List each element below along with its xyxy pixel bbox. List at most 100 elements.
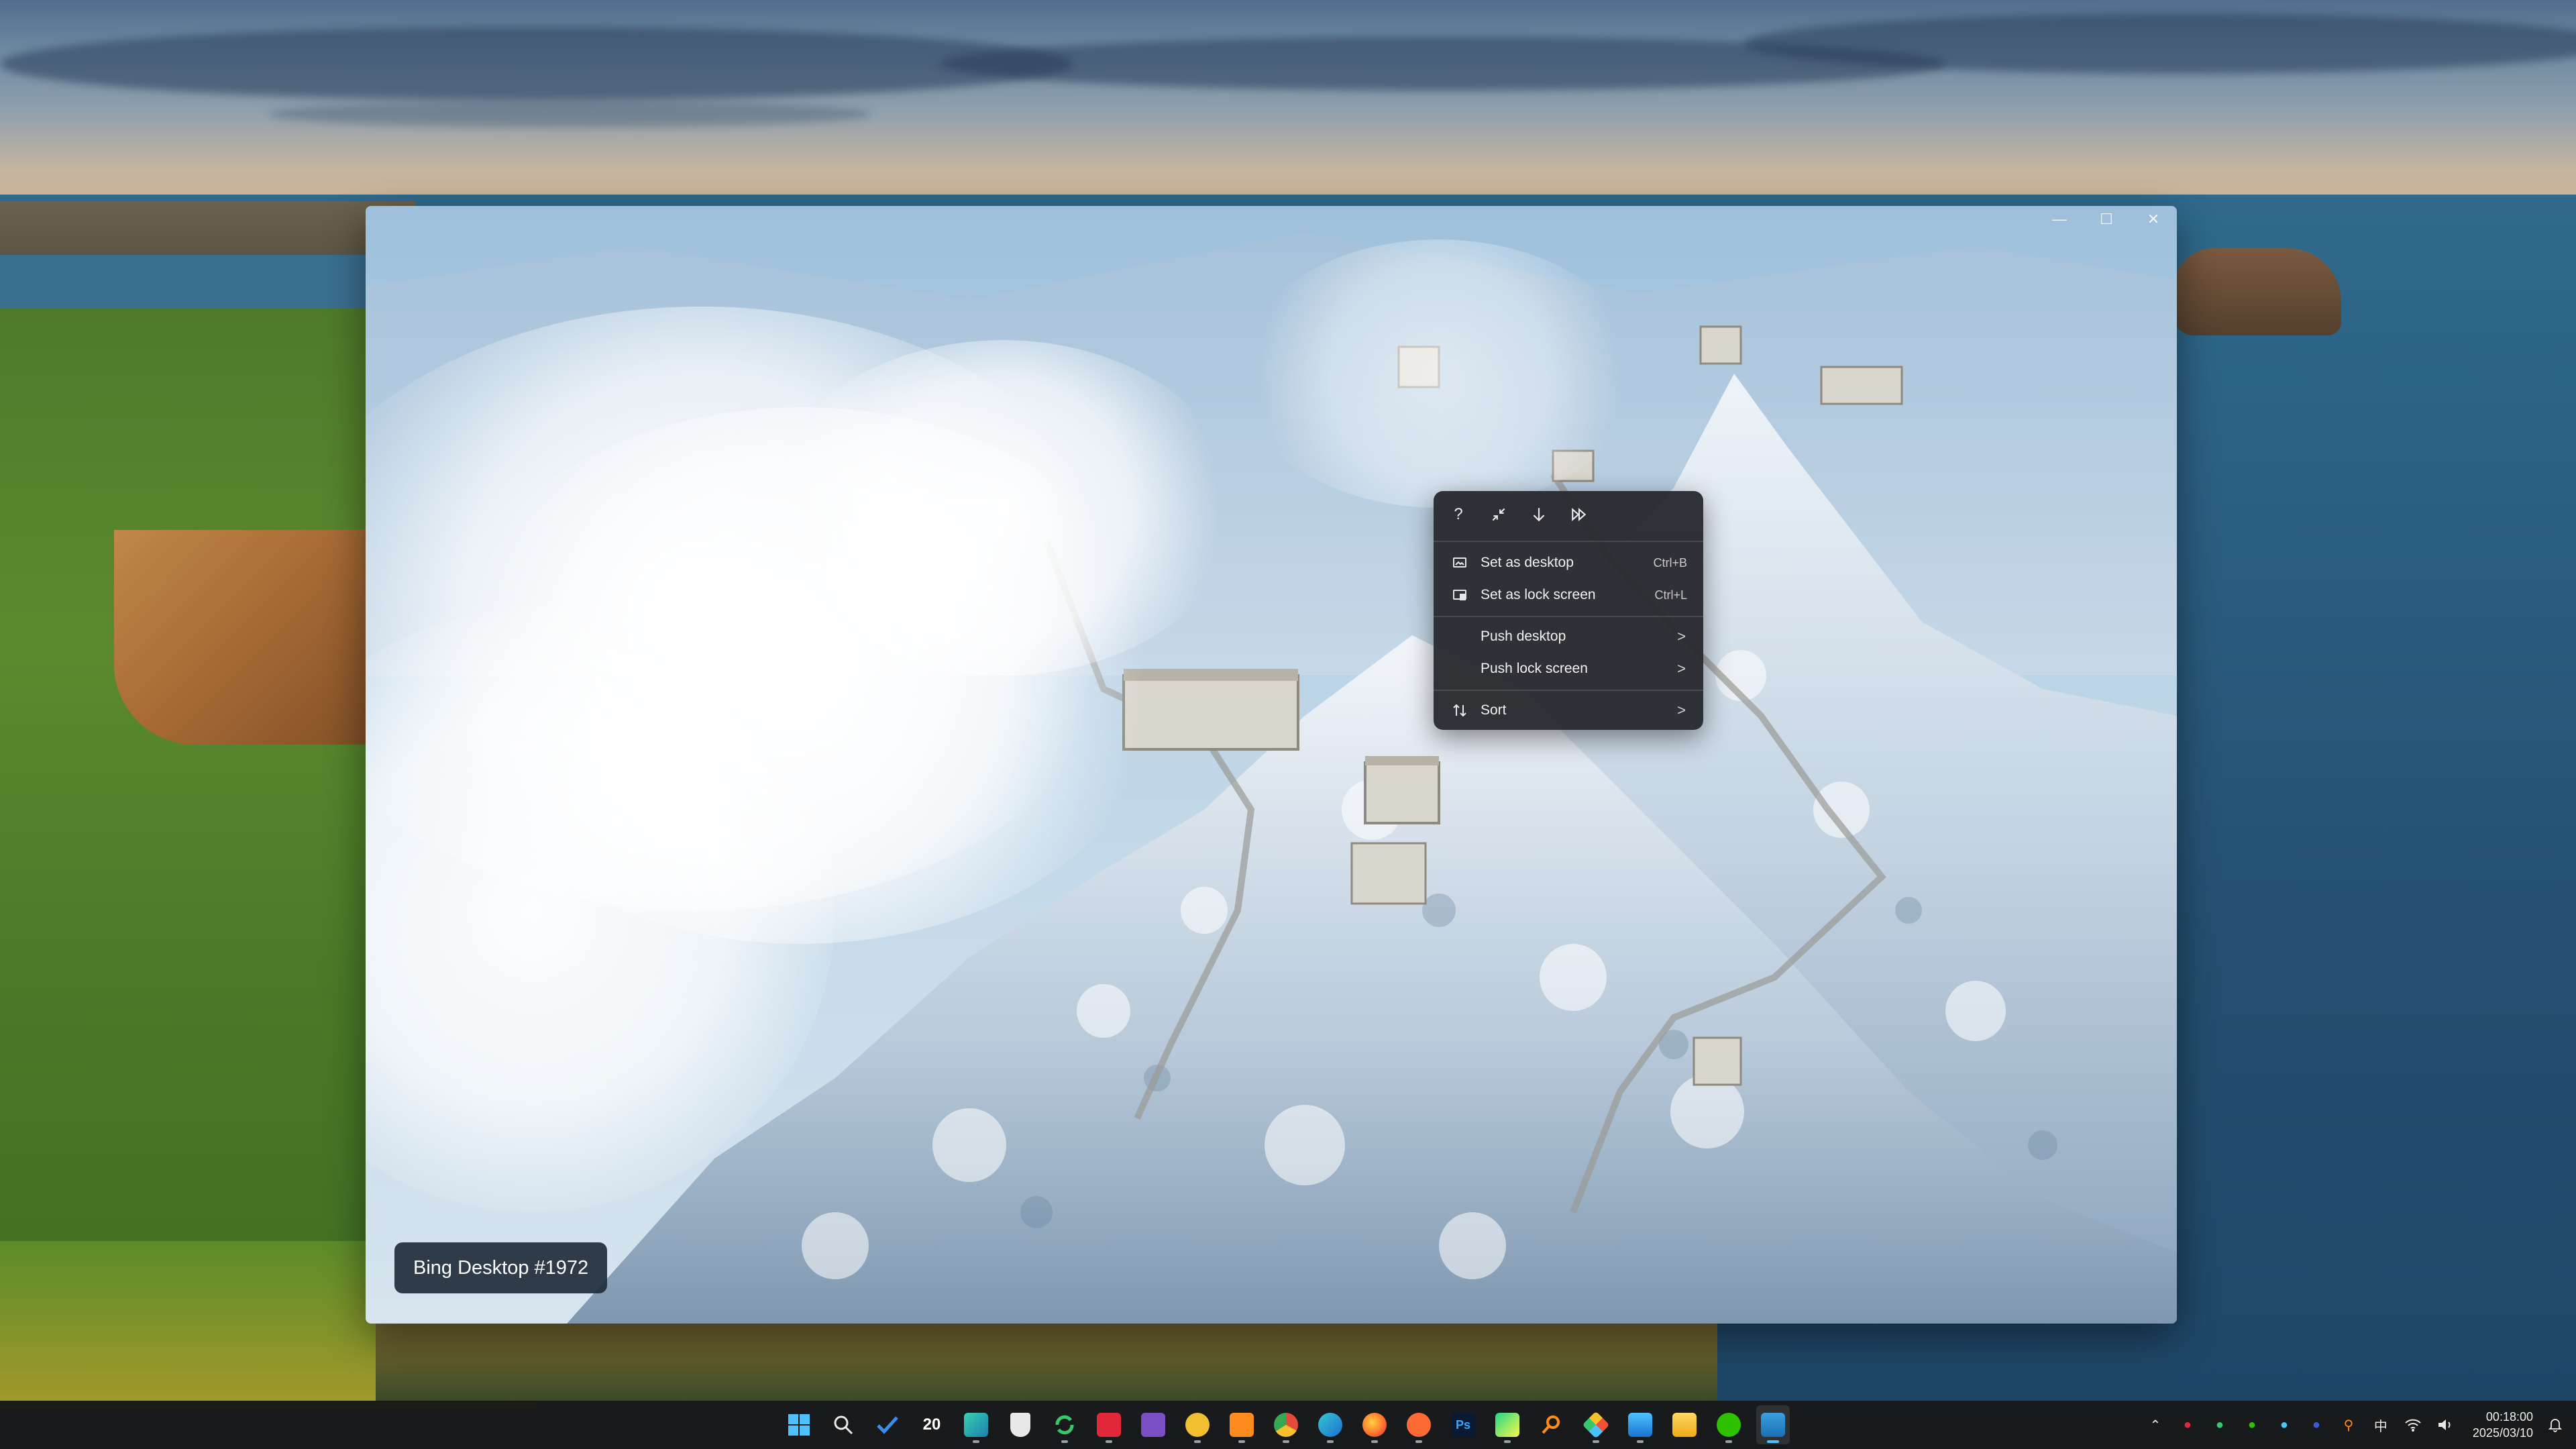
close-button[interactable]: ✕: [2130, 206, 2177, 233]
todo-icon: [875, 1413, 900, 1437]
menu-item-label: Sort: [1481, 702, 1507, 718]
download-button[interactable]: [1523, 499, 1554, 530]
minimize-button[interactable]: —: [2036, 206, 2083, 233]
menu-item-sort[interactable]: Sort >: [1439, 695, 1698, 726]
reader-icon: [1010, 1413, 1030, 1437]
taskbar-edge[interactable]: [1313, 1405, 1347, 1444]
input-method-indicator[interactable]: 中: [2371, 1415, 2391, 1435]
taskbar-visual-studio[interactable]: [1136, 1405, 1170, 1444]
taskbar-file-explorer[interactable]: [1668, 1405, 1701, 1444]
taskbar: 20 Ps ⌃ ● ● ● ● ● ⚲ 中 00:18:00 2025/03/1…: [0, 1401, 2576, 1449]
taskbar-chrome[interactable]: [1269, 1405, 1303, 1444]
menu-item-label: Set as lock screen: [1481, 587, 1596, 602]
menu-item-set-as-lock-screen[interactable]: Set as lock screen Ctrl+L: [1439, 580, 1698, 610]
taskbar-apps: 20 Ps: [782, 1401, 1790, 1449]
orange-app-icon: [1407, 1413, 1431, 1437]
wallpaper-caption-badge[interactable]: Bing Desktop #1972: [394, 1242, 608, 1293]
context-menu: ? Set as desktop Ctrl+B Set as lock scre…: [1434, 491, 1703, 730]
sublime-icon: [1230, 1413, 1254, 1437]
tray-app-icon[interactable]: ●: [2210, 1415, 2230, 1435]
help-button[interactable]: ?: [1443, 499, 1474, 530]
wechat-icon: [1717, 1413, 1741, 1437]
system-tray: ⌃ ● ● ● ● ● ⚲ 中 00:18:00 2025/03/10: [2145, 1401, 2565, 1449]
download-icon: [1533, 508, 1545, 522]
wifi-icon[interactable]: [2403, 1415, 2423, 1435]
store-icon: [1628, 1413, 1652, 1437]
taskbar-wechat[interactable]: [1712, 1405, 1746, 1444]
calendar-app-icon: 20: [922, 1415, 941, 1434]
chevron-right-icon: >: [1677, 660, 1686, 677]
taskbar-everything-search[interactable]: [1535, 1405, 1568, 1444]
clock-time: 00:18:00: [2485, 1410, 2533, 1424]
taskbar-paw-app[interactable]: [1181, 1405, 1214, 1444]
wallpaper-caption-text: Bing Desktop #1972: [413, 1256, 589, 1279]
everything-search-icon: [1540, 1413, 1564, 1437]
shrink-button[interactable]: [1483, 499, 1514, 530]
wallpaper-image: [366, 206, 2177, 1324]
taskbar-calendar-app[interactable]: 20: [915, 1405, 949, 1444]
edge-icon: [1318, 1413, 1342, 1437]
taskbar-red-app[interactable]: [1092, 1405, 1126, 1444]
tray-app-icon[interactable]: ●: [2306, 1415, 2326, 1435]
lock-screen-icon: [1451, 586, 1468, 604]
visual-studio-icon: [1141, 1413, 1165, 1437]
clock[interactable]: 00:18:00 2025/03/10: [2473, 1409, 2533, 1441]
desktop-icon: [1451, 554, 1468, 572]
taskbar-orange-app[interactable]: [1402, 1405, 1436, 1444]
volume-icon[interactable]: [2435, 1415, 2455, 1435]
taskbar-bing-wallpaper[interactable]: [1756, 1405, 1790, 1444]
photoshop-icon: Ps: [1451, 1413, 1475, 1437]
start-icon: [787, 1413, 811, 1437]
taskbar-sublime[interactable]: [1225, 1405, 1258, 1444]
menu-item-label: Push lock screen: [1481, 661, 1588, 676]
taskbar-firefox[interactable]: [1358, 1405, 1391, 1444]
taskbar-reader[interactable]: [1004, 1405, 1037, 1444]
shrink-icon: [1492, 508, 1505, 521]
chevron-right-icon: >: [1677, 628, 1686, 645]
menu-divider: [1434, 690, 1703, 691]
menu-item-label: Push desktop: [1481, 629, 1566, 644]
taskbar-git[interactable]: [1579, 1405, 1613, 1444]
photos-icon: [964, 1413, 988, 1437]
sync-icon: [1053, 1413, 1077, 1437]
wallpaper-viewer-window: — ☐ ✕ ? Set as desktop Ctrl+B Set as loc…: [366, 206, 2177, 1324]
taskbar-photoshop[interactable]: Ps: [1446, 1405, 1480, 1444]
tray-app-icon[interactable]: ●: [2178, 1415, 2198, 1435]
menu-item-push-desktop[interactable]: Push desktop >: [1439, 621, 1698, 652]
file-explorer-icon: [1672, 1413, 1697, 1437]
chevron-up-icon[interactable]: ⌃: [2145, 1415, 2165, 1435]
maximize-button[interactable]: ☐: [2083, 206, 2130, 233]
sort-icon: [1451, 702, 1468, 719]
menu-item-set-as-desktop[interactable]: Set as desktop Ctrl+B: [1439, 547, 1698, 578]
git-icon: [1582, 1411, 1610, 1439]
next-icon: [1572, 508, 1587, 521]
taskbar-store[interactable]: [1623, 1405, 1657, 1444]
bing-wallpaper-icon: [1761, 1413, 1785, 1437]
tray-app-icon[interactable]: ●: [2274, 1415, 2294, 1435]
taskbar-todo[interactable]: [871, 1405, 904, 1444]
next-wallpaper-button[interactable]: [1564, 499, 1595, 530]
taskbar-search-button[interactable]: [826, 1405, 860, 1444]
everything-tray-icon[interactable]: ⚲: [2339, 1415, 2359, 1435]
taskbar-pycharm[interactable]: [1491, 1405, 1524, 1444]
chevron-right-icon: >: [1677, 702, 1686, 718]
clock-date: 2025/03/10: [2472, 1426, 2533, 1440]
wechat-tray-icon[interactable]: ●: [2242, 1415, 2262, 1435]
taskbar-photos[interactable]: [959, 1405, 993, 1444]
menu-item-shortcut: Ctrl+B: [1653, 555, 1687, 570]
menu-item-shortcut: Ctrl+L: [1654, 588, 1687, 602]
taskbar-sync[interactable]: [1048, 1405, 1081, 1444]
red-app-icon: [1097, 1413, 1121, 1437]
menu-item-push-lock-screen[interactable]: Push lock screen >: [1439, 653, 1698, 684]
firefox-icon: [1362, 1413, 1387, 1437]
pycharm-icon: [1495, 1413, 1519, 1437]
menu-item-label: Set as desktop: [1481, 555, 1574, 570]
notification-bell-icon[interactable]: [2545, 1415, 2565, 1435]
taskbar-start-button[interactable]: [782, 1405, 816, 1444]
help-icon: ?: [1454, 505, 1463, 523]
window-controls: — ☐ ✕: [2036, 206, 2177, 233]
paw-app-icon: [1185, 1413, 1210, 1437]
chrome-icon: [1274, 1413, 1298, 1437]
context-menu-toolbar: ?: [1443, 499, 1595, 533]
search-icon: [831, 1413, 855, 1437]
